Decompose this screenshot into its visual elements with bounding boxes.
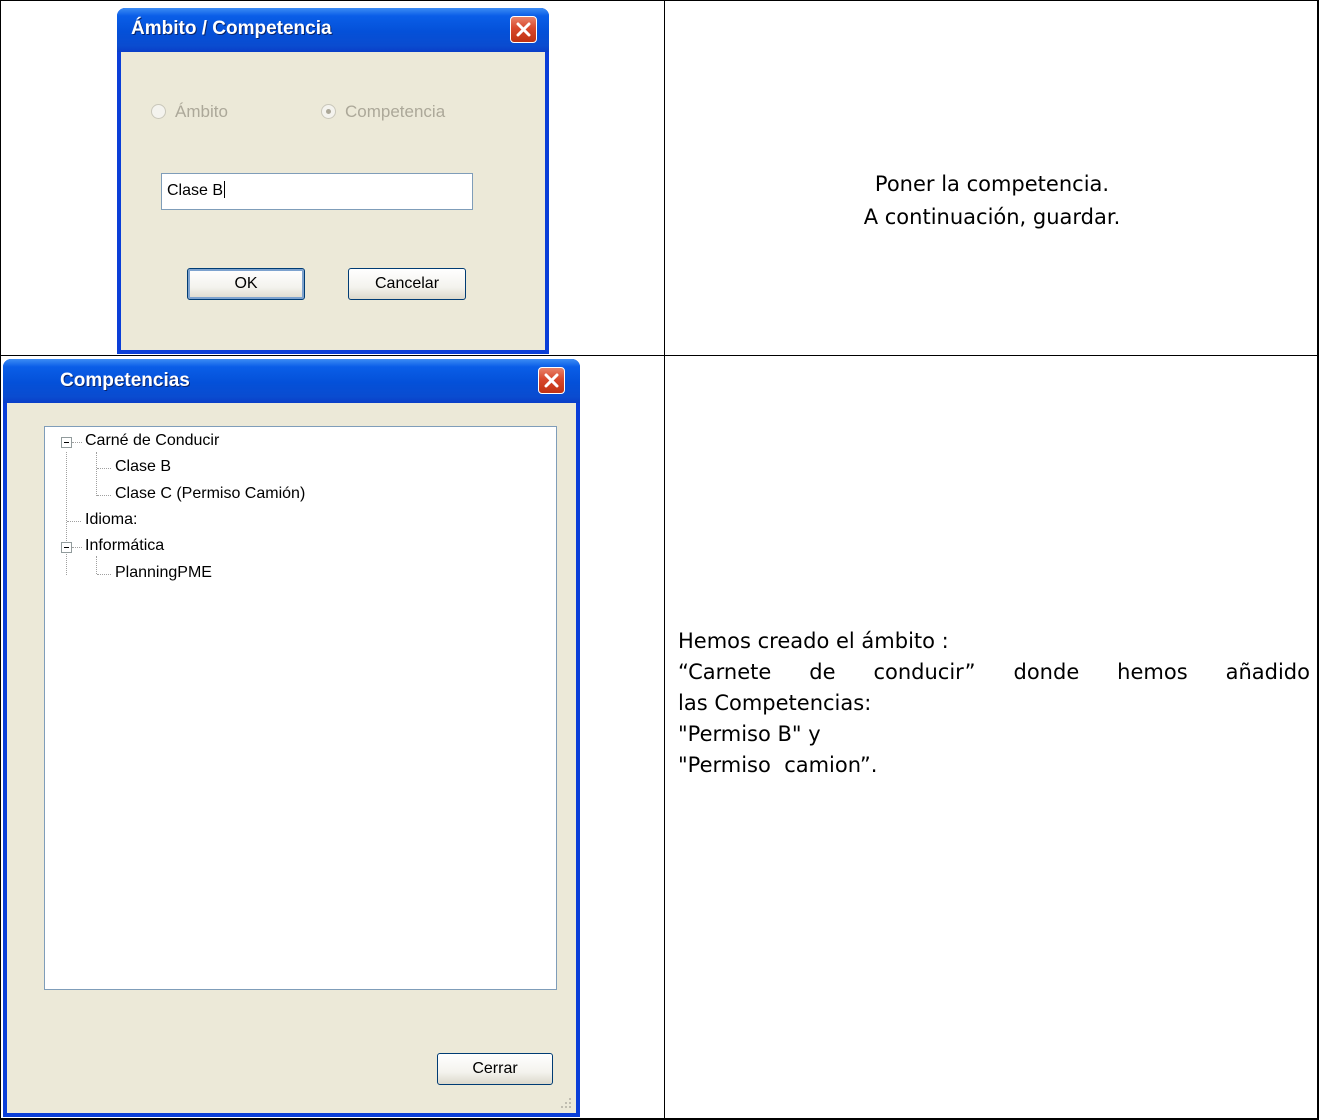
tree-connector [97, 468, 111, 469]
tree-item-idioma[interactable]: Idioma: [85, 511, 137, 529]
instruction-line: “Carnete de conducir” donde hemos añadid… [678, 660, 1310, 684]
ambito-radio[interactable] [151, 104, 166, 119]
competencia-radio-label: Competencia [345, 102, 446, 121]
text-caret [224, 181, 226, 198]
ok-button[interactable]: OK [187, 268, 305, 300]
competencias-dialog: Competencias Carné de Conducir Clase B C… [3, 359, 580, 1117]
close-icon[interactable] [538, 367, 565, 394]
instruction-line: Hemos creado el ámbito : [678, 629, 949, 653]
close-button[interactable]: Cerrar [437, 1053, 553, 1085]
tree-item-planningpme[interactable]: PlanningPME [115, 564, 212, 582]
instruction-bottom: Hemos creado el ámbito : “Carnete de con… [678, 626, 1310, 781]
tree-connector [67, 521, 81, 522]
tree-connector [66, 452, 67, 575]
dialog-title: Competencias [60, 370, 190, 391]
table-border-top [0, 0, 1319, 1]
competencia-radio[interactable] [321, 104, 336, 119]
instruction-line: A continuación, guardar. [863, 205, 1121, 229]
dialog-body: Ámbito Competencia Clase B OK Cancelar [121, 52, 545, 350]
tree-item-informatica[interactable]: Informática [85, 537, 164, 555]
dialog-titlebar[interactable]: Ámbito / Competencia [117, 8, 549, 52]
resize-grip-icon[interactable] [560, 1097, 572, 1109]
tree-connector [96, 556, 97, 574]
competencia-name-input[interactable]: Clase B [161, 173, 473, 210]
tree-connector [97, 574, 111, 575]
instruction-line: Poner la competencia. [874, 172, 1110, 196]
tree-item-clase-c[interactable]: Clase C (Permiso Camión) [115, 485, 305, 503]
tree-connector [97, 495, 111, 496]
collapse-icon[interactable] [61, 437, 72, 448]
ambito-competencia-dialog: Ámbito / Competencia Ámbito Competencia … [117, 8, 549, 354]
tree-connector [96, 452, 97, 496]
input-value: Clase B [167, 182, 224, 199]
instruction-line: "Permiso B" y [678, 722, 821, 746]
tree-connector [72, 442, 82, 443]
dialog-title: Ámbito / Competencia [131, 18, 332, 39]
instruction-top: Poner la competencia. A continuación, gu… [667, 168, 1317, 234]
ambito-radio-label: Ámbito [175, 102, 228, 121]
collapse-icon[interactable] [61, 542, 72, 553]
competencias-tree[interactable]: Carné de Conducir Clase B Clase C (Permi… [44, 426, 557, 990]
table-border-middle [0, 355, 1319, 356]
tree-connector [72, 547, 82, 548]
dialog-body: Carné de Conducir Clase B Clase C (Permi… [7, 403, 576, 1113]
instruction-line: las Competencias: [678, 691, 872, 715]
tree-item-carne[interactable]: Carné de Conducir [85, 432, 219, 450]
cancel-button[interactable]: Cancelar [348, 268, 466, 300]
table-border-center [664, 0, 665, 1120]
instruction-line: "Permiso camion”. [678, 753, 878, 777]
close-icon[interactable] [510, 16, 537, 43]
dialog-titlebar[interactable]: Competencias [3, 359, 580, 403]
table-border-left [0, 0, 1, 1120]
radio-selected-dot [326, 109, 331, 114]
tree-item-clase-b[interactable]: Clase B [115, 458, 171, 476]
